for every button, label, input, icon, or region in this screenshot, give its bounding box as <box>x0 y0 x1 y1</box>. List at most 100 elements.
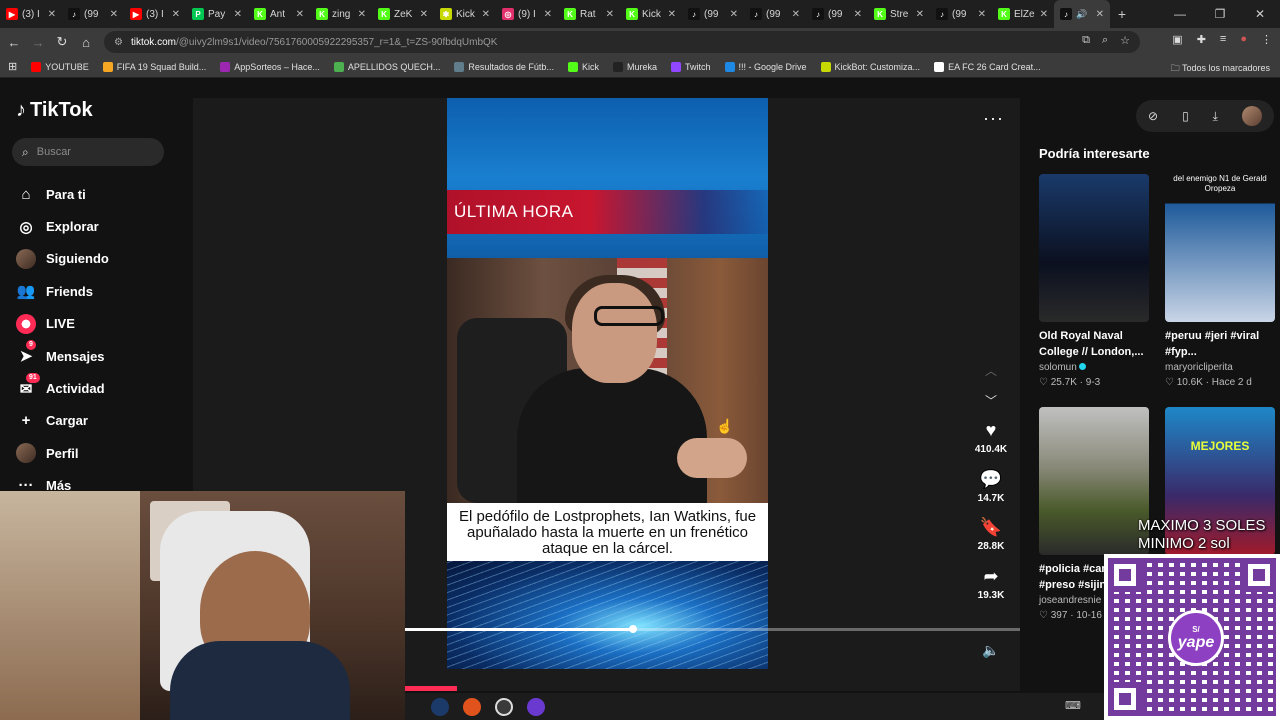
apps-grid-icon[interactable]: ⊞ <box>8 60 17 73</box>
media-control-icon[interactable]: ≡ <box>1220 33 1226 46</box>
tab-close-icon[interactable]: ✕ <box>234 9 242 20</box>
site-info-icon[interactable]: ⚙ <box>114 37 123 48</box>
sidebar-item-explore[interactable]: ◎ Explorar <box>16 210 109 242</box>
tab-audio-icon[interactable]: 🔊 <box>1076 9 1087 20</box>
browser-tab[interactable]: ♪ (99 ✕ <box>744 0 806 28</box>
tab-close-icon[interactable]: ✕ <box>792 9 800 20</box>
bookmark-icon[interactable]: 🔖 <box>980 517 1002 541</box>
browser-tab[interactable]: K ZeK ✕ <box>372 0 434 28</box>
volume-icon[interactable]: 🔈 <box>982 642 999 659</box>
browser-tab[interactable]: K Kick ✕ <box>620 0 682 28</box>
browser-tab[interactable]: ✱ Kick ✕ <box>434 0 496 28</box>
bookmark-item[interactable]: KickBot: Customiza... <box>820 61 920 72</box>
browser-tab-active[interactable]: ♪ 🔊 ✕ <box>1054 0 1110 28</box>
keyboard-icon[interactable]: ⌨ <box>1065 699 1081 712</box>
recommended-card[interactable]: del enemigo N1 de Gerald Oropeza #peruu #… <box>1165 174 1275 388</box>
comment-icon[interactable]: 💬 <box>980 469 1002 493</box>
next-video-chevron-icon[interactable]: ﹀ <box>985 392 997 409</box>
download-icon[interactable]: ⤓ <box>1213 109 1218 124</box>
user-avatar[interactable] <box>1241 106 1262 126</box>
sidebar-item-profile[interactable]: Perfil <box>16 437 109 469</box>
tab-close-icon[interactable]: ✕ <box>482 9 490 20</box>
browser-tab[interactable]: ♪ (99 ✕ <box>682 0 744 28</box>
browser-tab[interactable]: ◎ (9) I ✕ <box>496 0 558 28</box>
tab-close-icon[interactable]: ✕ <box>1040 9 1048 20</box>
sidebar-item-activity[interactable]: ✉ 91 Actividad <box>16 372 109 404</box>
tab-close-icon[interactable]: ✕ <box>358 9 366 20</box>
comment-action[interactable]: 💬 14.7K <box>978 469 1005 518</box>
new-tab-icon[interactable]: + <box>1110 6 1134 22</box>
browser-tab[interactable]: K Stre ✕ <box>868 0 930 28</box>
bookmark-item[interactable]: YOUTUBE <box>31 61 89 72</box>
search-box[interactable]: ⌕ <box>12 138 164 166</box>
obs-icon[interactable] <box>495 698 513 716</box>
address-bar[interactable]: ⚙ tiktok.com/@uivy2lm9s1/video/756176000… <box>104 31 1140 53</box>
tab-close-icon[interactable]: ✕ <box>1096 9 1104 20</box>
back-icon[interactable]: ← <box>2 35 26 50</box>
restore-icon[interactable]: ❐ <box>1200 0 1240 28</box>
progress-handle[interactable] <box>628 625 637 633</box>
card-author[interactable]: maryoricliperita <box>1165 362 1275 373</box>
tab-close-icon[interactable]: ✕ <box>854 9 862 20</box>
sidebar-item-friends[interactable]: 👥 Friends <box>16 275 109 307</box>
app-orange-icon[interactable] <box>463 698 481 716</box>
bookmark-item[interactable]: Mureka <box>612 61 657 72</box>
sidebar-item-upload[interactable]: + Cargar <box>16 405 109 437</box>
tab-close-icon[interactable]: ✕ <box>48 9 56 20</box>
bookmark-star-icon[interactable]: ☆ <box>1120 34 1130 47</box>
browser-tab[interactable]: ♪ (99 ✕ <box>806 0 868 28</box>
device-icon[interactable]: ▯ <box>1182 109 1189 123</box>
card-thumbnail[interactable]: del enemigo N1 de Gerald Oropeza <box>1165 174 1275 322</box>
reload-icon[interactable]: ↻ <box>50 34 74 50</box>
browser-tab[interactable]: ♪ (99 ✕ <box>62 0 124 28</box>
browser-tab[interactable]: Kzing ✕ <box>310 0 372 28</box>
browser-tab[interactable]: ▶ (3) I ✕ <box>124 0 186 28</box>
like-action[interactable]: ♥ 410.4K <box>975 420 1007 469</box>
forward-icon[interactable]: → <box>26 35 50 50</box>
bookmark-item[interactable]: EA FC 26 Card Creat... <box>934 61 1041 72</box>
bookmark-item[interactable]: Kick <box>567 61 599 72</box>
tab-close-icon[interactable]: ✕ <box>668 9 676 20</box>
tab-close-icon[interactable]: ✕ <box>916 9 924 20</box>
bookmark-item[interactable]: Resultados de Fútb... <box>454 61 554 72</box>
extension-icon[interactable]: ▣ <box>1172 33 1182 46</box>
zoom-icon[interactable]: ⌕ <box>1102 34 1108 47</box>
previous-video-chevron-icon[interactable]: ︿ <box>985 362 997 379</box>
all-bookmarks-folder[interactable]: 🗀 Todos los marcadores <box>1171 61 1270 77</box>
steam-icon[interactable] <box>431 698 449 716</box>
bookmark-item[interactable]: AppSorteos – Hace... <box>220 61 320 72</box>
card-author[interactable]: solomun <box>1039 362 1149 373</box>
browser-tab[interactable]: K Ant ✕ <box>248 0 310 28</box>
bookmark-item[interactable]: FIFA 19 Squad Build... <box>102 61 206 72</box>
like-icon[interactable]: ♥ <box>986 420 997 444</box>
sidebar-item-messages[interactable]: ➤ 9 Mensajes <box>16 340 109 372</box>
sidebar-item-home[interactable]: ⌂ Para ti <box>16 178 109 210</box>
browser-tab[interactable]: ▶ (3) I ✕ <box>0 0 62 28</box>
tab-close-icon[interactable]: ✕ <box>978 9 986 20</box>
tab-close-icon[interactable]: ✕ <box>420 9 428 20</box>
share-icon[interactable]: ➦ <box>983 566 998 590</box>
bookmark-action[interactable]: 🔖 28.8K <box>978 517 1005 566</box>
tab-close-icon[interactable]: ✕ <box>730 9 738 20</box>
browser-tab[interactable]: ♪ (99 ✕ <box>930 0 992 28</box>
minimize-icon[interactable]: — <box>1160 0 1200 28</box>
menu-kebab-icon[interactable]: ⋮ <box>1261 33 1272 46</box>
bookmark-item[interactable]: Twitch <box>670 61 711 72</box>
bookmark-item[interactable]: !!! - Google Drive <box>724 61 807 72</box>
profile-icon[interactable]: ● <box>1240 33 1247 46</box>
share-action[interactable]: ➦ 19.3K <box>978 566 1005 615</box>
video-player[interactable]: ÚLTIMA HORA El pedófilo de Lostprophets,… <box>447 98 768 669</box>
close-window-icon[interactable]: ✕ <box>1240 0 1280 28</box>
card-thumbnail[interactable] <box>1039 407 1149 555</box>
card-thumbnail[interactable] <box>1039 174 1149 322</box>
more-options-icon[interactable]: ··· <box>983 108 1004 129</box>
cast-icon[interactable]: ⧉ <box>1082 34 1090 47</box>
video-progress-bar[interactable] <box>405 625 1020 633</box>
extensions-puzzle-icon[interactable]: ✚ <box>1197 33 1206 46</box>
tab-close-icon[interactable]: ✕ <box>110 9 118 20</box>
sidebar-item-following[interactable]: Siguiendo <box>16 243 109 275</box>
tab-close-icon[interactable]: ✕ <box>606 9 614 20</box>
home-icon[interactable]: ⌂ <box>74 35 98 50</box>
search-input[interactable] <box>36 146 147 158</box>
sidebar-item-live[interactable]: LIVE <box>16 308 109 340</box>
